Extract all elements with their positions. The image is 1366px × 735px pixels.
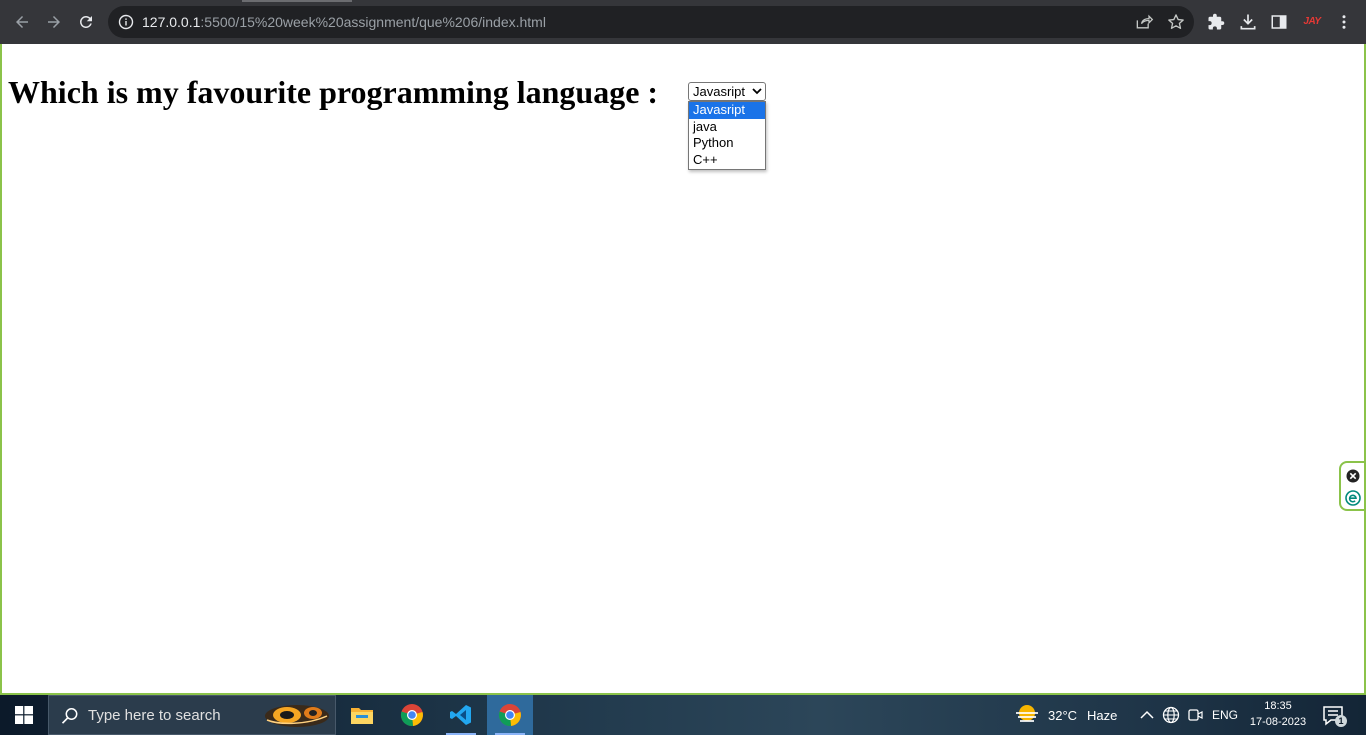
back-arrow-icon [16,16,28,28]
vscode-taskbar-button[interactable] [438,695,484,735]
extensions-button[interactable] [1205,11,1227,33]
forward-arrow-icon [48,16,60,28]
chevron-up-icon [1140,710,1154,719]
kebab-menu-icon [1342,15,1346,29]
search-icon [61,708,78,724]
url-text: 127.0.0.1:5500/15%20week%20assignment/qu… [142,14,546,30]
windows-logo-icon [15,706,33,724]
select-value: Javasript [693,84,746,99]
url-path: :5500/15%20week%20assignment/que%206/ind… [200,14,546,30]
site-info-icon[interactable] [118,14,134,30]
clock-date: 17-08-2023 [1249,716,1307,728]
weather-widget[interactable]: 32°C Haze [1014,695,1117,735]
jay-extension-icon[interactable]: JAY [1300,14,1324,30]
page-viewport: Which is my favourite programming langua… [2,44,1364,693]
forward-button[interactable] [40,8,68,36]
share-icon[interactable] [1134,12,1154,32]
input-language-button[interactable]: ENG [1208,695,1242,735]
start-button[interactable] [0,695,48,735]
close-icon[interactable] [1346,469,1360,483]
haze-sun-icon [1016,705,1038,722]
vscode-icon [450,705,471,725]
address-bar[interactable]: 127.0.0.1:5500/15%20week%20assignment/qu… [108,6,1194,38]
taskbar-search[interactable]: Type here to search [48,695,336,735]
bookmark-star-icon[interactable] [1166,12,1186,32]
browser-toolbar: 127.0.0.1:5500/15%20week%20assignment/qu… [0,0,1366,44]
download-icon [1240,14,1256,30]
downloads-button[interactable] [1237,11,1259,33]
meet-now-button[interactable] [1184,695,1206,735]
camera-icon [1188,709,1203,721]
tab-strip-edge [242,0,352,2]
search-highlight-image [265,705,329,727]
side-panel-icon [1271,15,1287,29]
extension-side-widget [1339,461,1364,511]
chevron-down-icon [752,88,762,95]
option-cpp[interactable]: C++ [689,152,765,169]
option-java[interactable]: java [689,119,765,136]
file-explorer-button[interactable] [339,695,385,735]
back-button[interactable] [8,8,36,36]
url-host: 127.0.0.1 [142,14,201,30]
show-hidden-icons-button[interactable] [1136,695,1158,735]
chrome-active-taskbar-button[interactable] [487,695,533,735]
side-panel-button[interactable] [1268,11,1290,33]
notification-count-badge: 1 [1335,715,1347,727]
chrome-taskbar-button[interactable] [389,695,435,735]
system-clock[interactable]: 18:35 17-08-2023 [1244,698,1312,730]
clock-time: 18:35 [1264,700,1292,712]
language-select[interactable]: Javasript [688,82,766,101]
network-button[interactable] [1160,695,1182,735]
puzzle-icon [1208,13,1225,30]
search-placeholder: Type here to search [88,707,221,724]
page-heading: Which is my favourite programming langua… [8,74,659,110]
browser-menu-button[interactable] [1333,11,1355,33]
reload-button[interactable] [72,8,100,36]
extension-e-icon[interactable] [1345,490,1361,506]
option-python[interactable]: Python [689,135,765,152]
reload-icon [79,15,92,28]
select-dropdown-list: Javasript java Python C++ [688,101,766,170]
folder-icon [351,708,373,724]
option-javasript[interactable]: Javasript [689,102,765,119]
weather-temperature: 32°C [1048,707,1078,723]
chrome-icon [498,704,521,727]
taskbar: Type here to search 32°C Haze ENG 18:35 … [0,695,1366,735]
globe-network-icon [1162,706,1180,724]
weather-condition: Haze [1087,707,1118,723]
chrome-icon [400,704,423,727]
